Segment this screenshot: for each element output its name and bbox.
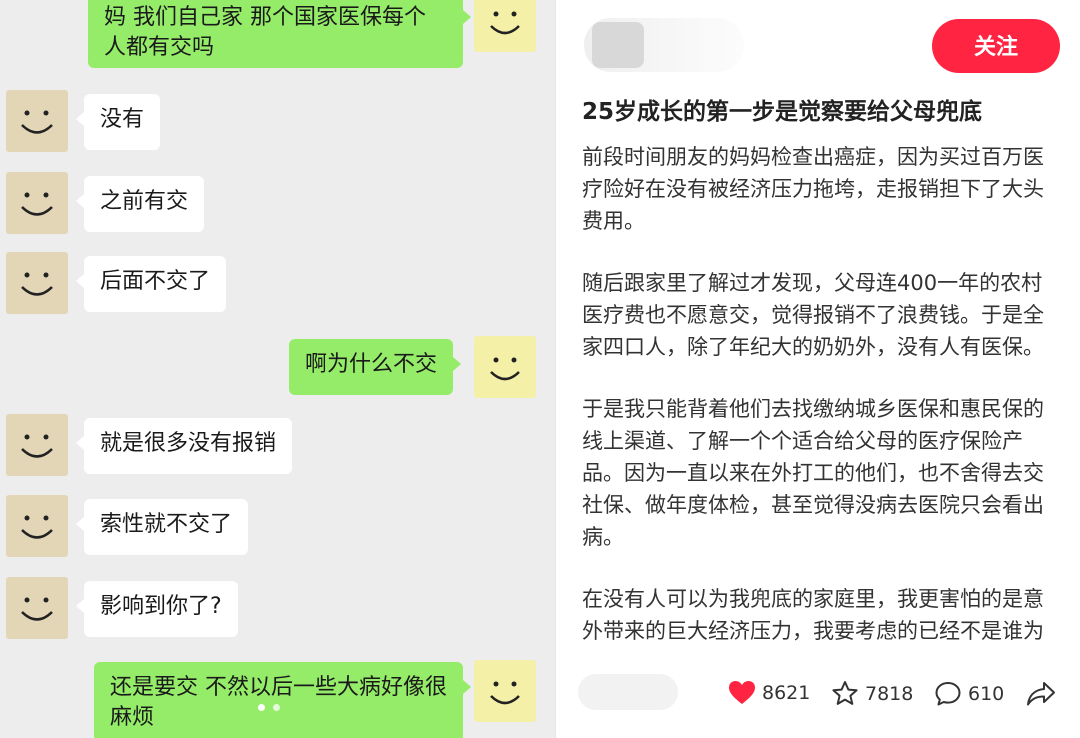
- like-button[interactable]: 8621: [728, 680, 810, 706]
- smiley-icon: [21, 515, 53, 539]
- page-dot-active[interactable]: [258, 704, 265, 711]
- comment-count: 610: [968, 682, 1005, 705]
- image-page-indicator[interactable]: [258, 704, 280, 711]
- avatar: [6, 414, 68, 476]
- collect-count: 7818: [865, 682, 914, 705]
- star-icon: [832, 681, 858, 705]
- chat-message-outgoing[interactable]: 还是要交 不然以后一些大病好像很麻烦: [94, 662, 471, 738]
- like-count: 8621: [762, 682, 811, 704]
- smiley-icon: [21, 272, 53, 296]
- smiley-icon: [490, 11, 520, 35]
- chat-screenshot: 妈 我们自己家 那个国家医保每个人都有交吗 没有 之前有交 后面不交了 啊为什么…: [0, 0, 555, 738]
- author-avatar[interactable]: [592, 22, 644, 68]
- chat-message-incoming[interactable]: 没有: [75, 94, 161, 150]
- comment-input-blurred[interactable]: [578, 674, 678, 710]
- avatar: [474, 0, 536, 52]
- share-icon: [1027, 682, 1055, 706]
- comment-bubble-icon: [935, 682, 961, 706]
- avatar: [6, 90, 68, 152]
- post-paragraph: 于是我只能背着他们去找缴纳城乡医保和惠民保的线上渠道、了解一个个适合给父母的医疗…: [582, 397, 1044, 549]
- post-paragraph: 前段时间朋友的妈妈检查出癌症，因为买过百万医疗险好在没有被经济压力拖垮，走报销担…: [582, 145, 1044, 233]
- follow-button[interactable]: 关注: [932, 19, 1060, 73]
- avatar: [6, 172, 68, 234]
- page-dot[interactable]: [273, 704, 280, 711]
- post-title: 25岁成长的第一步是觉察要给父母兜底: [582, 99, 983, 125]
- smiley-icon: [490, 357, 520, 381]
- avatar: [474, 336, 536, 398]
- post-paragraph: 在没有人可以为我兜底的家庭里，我更害怕的是意外带来的巨大经济压力，我要考虑的已经…: [582, 587, 1044, 643]
- avatar: [6, 495, 68, 557]
- smiley-icon: [490, 681, 520, 705]
- chat-message-incoming[interactable]: 后面不交了: [75, 256, 227, 312]
- smiley-icon: [21, 192, 53, 216]
- engagement-bar: 8621 7818 610: [556, 658, 1080, 738]
- chat-message-outgoing[interactable]: 妈 我们自己家 那个国家医保每个人都有交吗: [88, 0, 471, 68]
- post-panel: 关注 25岁成长的第一步是觉察要给父母兜底 前段时间朋友的妈妈检查出癌症，因为买…: [556, 0, 1080, 738]
- smiley-icon: [21, 434, 53, 458]
- avatar: [6, 577, 68, 639]
- smiley-icon: [21, 110, 53, 134]
- chat-message-incoming[interactable]: 之前有交: [75, 176, 205, 232]
- author-info-blurred[interactable]: [584, 18, 744, 72]
- smiley-icon: [21, 597, 53, 621]
- chat-message-incoming[interactable]: 索性就不交了: [75, 499, 249, 555]
- chat-message-incoming[interactable]: 就是很多没有报销: [75, 418, 293, 474]
- collect-button[interactable]: 7818: [831, 680, 913, 707]
- post-paragraph: 随后跟家里了解过才发现，父母连400一年的农村医疗费也不愿意交，觉得报销不了浪费…: [582, 271, 1044, 359]
- post-body: 前段时间朋友的妈妈检查出癌症，因为买过百万医疗险好在没有被经济压力拖垮，走报销担…: [582, 141, 1056, 648]
- chat-message-incoming[interactable]: 影响到你了?: [76, 581, 238, 637]
- comment-button[interactable]: 610: [934, 680, 1004, 707]
- share-button[interactable]: [1026, 680, 1056, 712]
- avatar: [6, 252, 68, 314]
- heart-icon: [729, 681, 755, 704]
- chat-message-outgoing[interactable]: 啊为什么不交: [289, 339, 462, 395]
- avatar: [474, 660, 536, 722]
